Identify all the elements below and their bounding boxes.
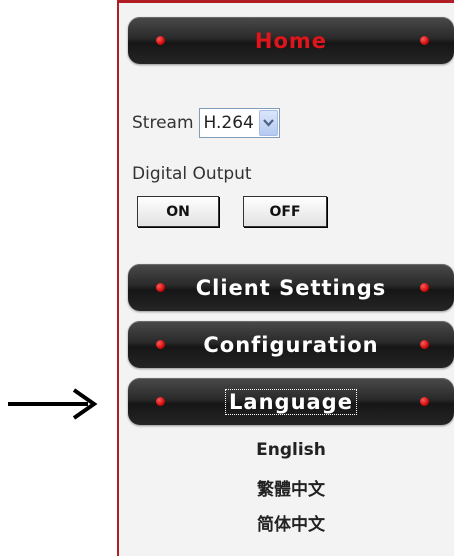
stream-select-value: H.264	[203, 113, 254, 133]
red-dot-icon	[156, 339, 165, 349]
language-button[interactable]: Language	[128, 378, 454, 425]
digital-output-on-button[interactable]: ON	[137, 196, 219, 227]
digital-output-label: Digital Output	[132, 164, 252, 184]
language-label: Language	[225, 388, 357, 415]
sidebar-panel: Home Stream H.264 Digital Output ON OFF …	[117, 0, 454, 556]
client-settings-label: Client Settings	[195, 275, 387, 300]
red-dot-icon	[156, 396, 165, 406]
client-settings-button[interactable]: Client Settings	[128, 264, 454, 311]
home-label: Home	[254, 28, 328, 53]
configuration-label: Configuration	[203, 332, 379, 357]
chevron-down-icon[interactable]	[258, 110, 278, 136]
stream-select[interactable]: H.264	[198, 108, 280, 138]
digital-output-off-button[interactable]: OFF	[243, 196, 327, 227]
red-dot-icon	[420, 339, 429, 349]
home-button[interactable]: Home	[128, 17, 454, 64]
language-option-english[interactable]: English	[128, 440, 454, 460]
configuration-button[interactable]: Configuration	[128, 321, 454, 368]
stream-row: Stream H.264	[132, 108, 280, 138]
red-dot-icon	[420, 396, 429, 406]
language-option-simplified-chinese[interactable]: 简体中文	[128, 510, 454, 535]
language-option-traditional-chinese[interactable]: 繁體中文	[128, 475, 454, 500]
red-dot-icon	[420, 282, 429, 292]
stream-label: Stream	[132, 113, 194, 133]
red-dot-icon	[156, 35, 165, 45]
red-dot-icon	[156, 282, 165, 292]
red-dot-icon	[420, 35, 429, 45]
right-arrow-icon	[8, 388, 98, 420]
